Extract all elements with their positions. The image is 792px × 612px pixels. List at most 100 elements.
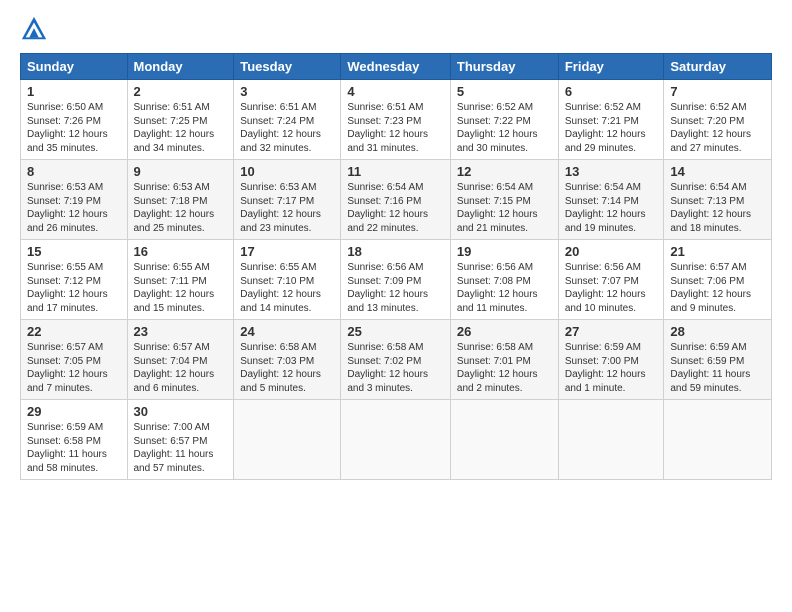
day-number: 22 [27,324,121,339]
calendar-cell: 9 Sunrise: 6:53 AMSunset: 7:18 PMDaylight… [127,160,234,240]
day-number: 17 [240,244,334,259]
header-friday: Friday [558,54,664,80]
calendar-cell: 8 Sunrise: 6:53 AMSunset: 7:19 PMDaylight… [21,160,128,240]
week-row-5: 29Sunrise: 6:59 AMSunset: 6:58 PMDayligh… [21,400,772,480]
calendar-cell: 17 Sunrise: 6:55 AMSunset: 7:10 PMDayligh… [234,240,341,320]
calendar-cell: 29Sunrise: 6:59 AMSunset: 6:58 PMDayligh… [21,400,128,480]
calendar-cell: 12Sunrise: 6:54 AMSunset: 7:15 PMDayligh… [450,160,558,240]
calendar-cell [341,400,451,480]
day-number: 28 [670,324,765,339]
day-detail: Sunrise: 6:52 AMSunset: 7:22 PMDaylight:… [457,101,552,155]
day-number: 10 [240,164,334,179]
calendar-cell: 28 Sunrise: 6:59 AMSunset: 6:59 PMDayligh… [664,320,772,400]
day-detail: Sunrise: 6:59 AMSunset: 6:59 PMDaylight:… [670,341,765,395]
calendar-cell: 1 Sunrise: 6:50 AMSunset: 7:26 PMDaylight… [21,80,128,160]
day-number: 7 [670,84,765,99]
calendar-cell: 7 Sunrise: 6:52 AMSunset: 7:20 PMDaylight… [664,80,772,160]
day-number: 18 [347,244,444,259]
calendar-cell: 27 Sunrise: 6:59 AMSunset: 7:00 PMDayligh… [558,320,664,400]
calendar-header-row: Sunday Monday Tuesday Wednesday Thursday… [21,54,772,80]
day-detail: Sunrise: 6:56 AMSunset: 7:09 PMDaylight:… [347,261,444,315]
day-detail: Sunrise: 6:52 AMSunset: 7:21 PMDaylight:… [565,101,658,155]
calendar-cell: 26Sunrise: 6:58 AMSunset: 7:01 PMDayligh… [450,320,558,400]
day-number: 13 [565,164,658,179]
header-sunday: Sunday [21,54,128,80]
calendar-cell: 25 Sunrise: 6:58 AMSunset: 7:02 PMDayligh… [341,320,451,400]
header-monday: Monday [127,54,234,80]
day-detail: Sunrise: 6:57 AMSunset: 7:06 PMDaylight:… [670,261,765,315]
day-detail: Sunrise: 6:59 AMSunset: 7:00 PMDaylight:… [565,341,658,395]
day-detail: Sunrise: 6:55 AMSunset: 7:10 PMDaylight:… [240,261,334,315]
day-number: 15 [27,244,121,259]
day-detail: Sunrise: 6:57 AMSunset: 7:04 PMDaylight:… [134,341,228,395]
day-number: 26 [457,324,552,339]
calendar-cell: 23 Sunrise: 6:57 AMSunset: 7:04 PMDayligh… [127,320,234,400]
calendar-cell: 20 Sunrise: 6:56 AMSunset: 7:07 PMDayligh… [558,240,664,320]
day-number: 1 [27,84,121,99]
calendar-cell: 19 Sunrise: 6:56 AMSunset: 7:08 PMDayligh… [450,240,558,320]
calendar-table: Sunday Monday Tuesday Wednesday Thursday… [20,53,772,480]
day-number: 30 [134,404,228,419]
day-number: 12 [457,164,552,179]
calendar-cell: 13Sunrise: 6:54 AMSunset: 7:14 PMDayligh… [558,160,664,240]
logo [20,15,52,43]
calendar-cell: 6 Sunrise: 6:52 AMSunset: 7:21 PMDaylight… [558,80,664,160]
calendar-cell: 22Sunrise: 6:57 AMSunset: 7:05 PMDayligh… [21,320,128,400]
calendar-cell [664,400,772,480]
calendar-page: Sunday Monday Tuesday Wednesday Thursday… [0,0,792,612]
day-detail: Sunrise: 6:51 AMSunset: 7:24 PMDaylight:… [240,101,334,155]
logo-icon [20,15,48,43]
calendar-cell: 4 Sunrise: 6:51 AMSunset: 7:23 PMDaylight… [341,80,451,160]
day-detail: Sunrise: 6:53 AMSunset: 7:18 PMDaylight:… [134,181,228,235]
day-number: 4 [347,84,444,99]
day-number: 6 [565,84,658,99]
day-number: 25 [347,324,444,339]
week-row-3: 15Sunrise: 6:55 AMSunset: 7:12 PMDayligh… [21,240,772,320]
calendar-cell [558,400,664,480]
day-number: 27 [565,324,658,339]
calendar-cell: 21 Sunrise: 6:57 AMSunset: 7:06 PMDayligh… [664,240,772,320]
calendar-cell: 2 Sunrise: 6:51 AMSunset: 7:25 PMDaylight… [127,80,234,160]
calendar-cell: 5 Sunrise: 6:52 AMSunset: 7:22 PMDaylight… [450,80,558,160]
calendar-cell [450,400,558,480]
calendar-cell: 15Sunrise: 6:55 AMSunset: 7:12 PMDayligh… [21,240,128,320]
calendar-cell: 10 Sunrise: 6:53 AMSunset: 7:17 PMDayligh… [234,160,341,240]
day-number: 21 [670,244,765,259]
day-number: 8 [27,164,121,179]
week-row-2: 8 Sunrise: 6:53 AMSunset: 7:19 PMDaylight… [21,160,772,240]
day-number: 3 [240,84,334,99]
header-thursday: Thursday [450,54,558,80]
day-number: 19 [457,244,552,259]
day-detail: Sunrise: 6:54 AMSunset: 7:13 PMDaylight:… [670,181,765,235]
day-number: 5 [457,84,552,99]
day-detail: Sunrise: 6:53 AMSunset: 7:19 PMDaylight:… [27,181,121,235]
day-number: 23 [134,324,228,339]
day-detail: Sunrise: 6:56 AMSunset: 7:07 PMDaylight:… [565,261,658,315]
day-number: 9 [134,164,228,179]
day-detail: Sunrise: 6:58 AMSunset: 7:02 PMDaylight:… [347,341,444,395]
calendar-cell: 11 Sunrise: 6:54 AMSunset: 7:16 PMDayligh… [341,160,451,240]
week-row-1: 1 Sunrise: 6:50 AMSunset: 7:26 PMDaylight… [21,80,772,160]
day-number: 16 [134,244,228,259]
day-detail: Sunrise: 6:50 AMSunset: 7:26 PMDaylight:… [27,101,121,155]
calendar-cell: 18 Sunrise: 6:56 AMSunset: 7:09 PMDayligh… [341,240,451,320]
day-number: 2 [134,84,228,99]
day-detail: Sunrise: 6:52 AMSunset: 7:20 PMDaylight:… [670,101,765,155]
day-detail: Sunrise: 6:54 AMSunset: 7:16 PMDaylight:… [347,181,444,235]
page-header [20,15,772,43]
day-detail: Sunrise: 6:56 AMSunset: 7:08 PMDaylight:… [457,261,552,315]
calendar-cell: 16 Sunrise: 6:55 AMSunset: 7:11 PMDayligh… [127,240,234,320]
week-row-4: 22Sunrise: 6:57 AMSunset: 7:05 PMDayligh… [21,320,772,400]
day-detail: Sunrise: 6:59 AMSunset: 6:58 PMDaylight:… [27,421,121,475]
header-wednesday: Wednesday [341,54,451,80]
day-detail: Sunrise: 6:55 AMSunset: 7:11 PMDaylight:… [134,261,228,315]
day-detail: Sunrise: 6:51 AMSunset: 7:25 PMDaylight:… [134,101,228,155]
day-detail: Sunrise: 6:58 AMSunset: 7:03 PMDaylight:… [240,341,334,395]
day-detail: Sunrise: 6:53 AMSunset: 7:17 PMDaylight:… [240,181,334,235]
day-detail: Sunrise: 6:51 AMSunset: 7:23 PMDaylight:… [347,101,444,155]
day-number: 20 [565,244,658,259]
calendar-cell: 24 Sunrise: 6:58 AMSunset: 7:03 PMDayligh… [234,320,341,400]
header-tuesday: Tuesday [234,54,341,80]
day-number: 24 [240,324,334,339]
day-number: 11 [347,164,444,179]
